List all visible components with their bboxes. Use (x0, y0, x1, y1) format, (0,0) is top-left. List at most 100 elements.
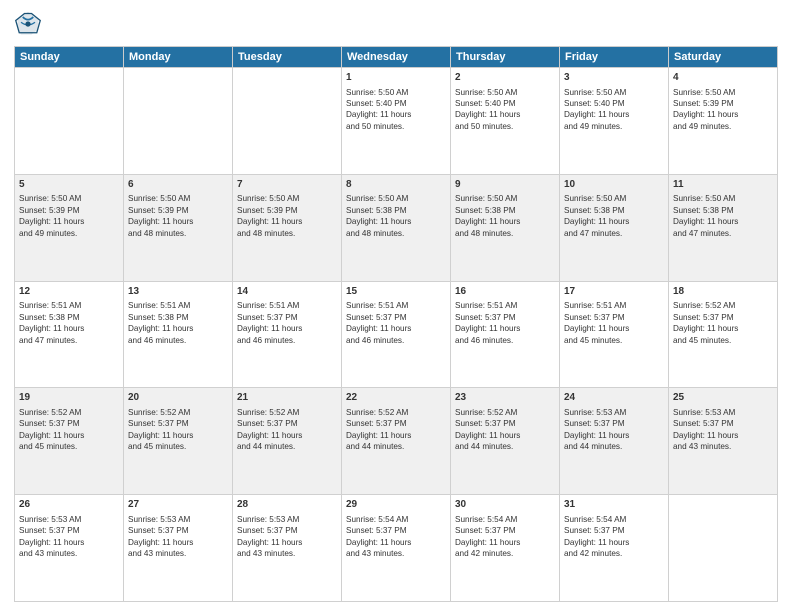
day-info: Sunrise: 5:54 AM Sunset: 5:37 PM Dayligh… (346, 515, 411, 558)
day-info: Sunrise: 5:53 AM Sunset: 5:37 PM Dayligh… (564, 408, 629, 451)
day-info: Sunrise: 5:53 AM Sunset: 5:37 PM Dayligh… (19, 515, 84, 558)
day-number: 6 (128, 178, 228, 192)
day-number: 22 (346, 391, 446, 405)
calendar-cell: 29 Sunrise: 5:54 AM Sunset: 5:37 PM Dayli… (342, 495, 451, 602)
day-number: 5 (19, 178, 119, 192)
day-info: Sunrise: 5:52 AM Sunset: 5:37 PM Dayligh… (128, 408, 193, 451)
logo (14, 10, 46, 38)
day-number: 14 (237, 285, 337, 299)
calendar-cell: 24 Sunrise: 5:53 AM Sunset: 5:37 PM Dayli… (560, 388, 669, 495)
day-info: Sunrise: 5:52 AM Sunset: 5:37 PM Dayligh… (19, 408, 84, 451)
day-number: 2 (455, 71, 555, 85)
calendar-cell: 31 Sunrise: 5:54 AM Sunset: 5:37 PM Dayli… (560, 495, 669, 602)
day-number: 21 (237, 391, 337, 405)
day-number: 20 (128, 391, 228, 405)
calendar-cell: 5 Sunrise: 5:50 AM Sunset: 5:39 PM Daylig… (15, 174, 124, 281)
calendar-cell: 1 Sunrise: 5:50 AM Sunset: 5:40 PM Daylig… (342, 68, 451, 175)
calendar-cell (669, 495, 778, 602)
calendar-cell: 22 Sunrise: 5:52 AM Sunset: 5:37 PM Dayli… (342, 388, 451, 495)
calendar-cell: 28 Sunrise: 5:53 AM Sunset: 5:37 PM Dayli… (233, 495, 342, 602)
logo-icon (14, 10, 42, 38)
day-info: Sunrise: 5:52 AM Sunset: 5:37 PM Dayligh… (455, 408, 520, 451)
calendar-cell: 16 Sunrise: 5:51 AM Sunset: 5:37 PM Dayli… (451, 281, 560, 388)
calendar-week-1: 1 Sunrise: 5:50 AM Sunset: 5:40 PM Daylig… (15, 68, 778, 175)
day-info: Sunrise: 5:50 AM Sunset: 5:39 PM Dayligh… (237, 194, 302, 237)
day-number: 30 (455, 498, 555, 512)
day-info: Sunrise: 5:51 AM Sunset: 5:38 PM Dayligh… (128, 301, 193, 344)
calendar-cell: 6 Sunrise: 5:50 AM Sunset: 5:39 PM Daylig… (124, 174, 233, 281)
day-number: 19 (19, 391, 119, 405)
calendar-header-monday: Monday (124, 47, 233, 68)
day-info: Sunrise: 5:53 AM Sunset: 5:37 PM Dayligh… (673, 408, 738, 451)
calendar-week-3: 12 Sunrise: 5:51 AM Sunset: 5:38 PM Dayli… (15, 281, 778, 388)
day-number: 18 (673, 285, 773, 299)
day-info: Sunrise: 5:50 AM Sunset: 5:38 PM Dayligh… (673, 194, 738, 237)
calendar-header-tuesday: Tuesday (233, 47, 342, 68)
calendar-cell (124, 68, 233, 175)
day-number: 8 (346, 178, 446, 192)
day-number: 28 (237, 498, 337, 512)
calendar-cell: 14 Sunrise: 5:51 AM Sunset: 5:37 PM Dayli… (233, 281, 342, 388)
calendar-cell: 9 Sunrise: 5:50 AM Sunset: 5:38 PM Daylig… (451, 174, 560, 281)
calendar-table: SundayMondayTuesdayWednesdayThursdayFrid… (14, 46, 778, 602)
calendar-header-row: SundayMondayTuesdayWednesdayThursdayFrid… (15, 47, 778, 68)
calendar-header-saturday: Saturday (669, 47, 778, 68)
day-info: Sunrise: 5:50 AM Sunset: 5:40 PM Dayligh… (455, 88, 520, 131)
day-number: 17 (564, 285, 664, 299)
day-number: 31 (564, 498, 664, 512)
calendar-cell: 13 Sunrise: 5:51 AM Sunset: 5:38 PM Dayli… (124, 281, 233, 388)
day-info: Sunrise: 5:51 AM Sunset: 5:37 PM Dayligh… (346, 301, 411, 344)
calendar-cell: 18Sunrise: 5:52 AM Sunset: 5:37 PM Dayli… (669, 281, 778, 388)
calendar-cell: 2 Sunrise: 5:50 AM Sunset: 5:40 PM Daylig… (451, 68, 560, 175)
calendar-cell: 7 Sunrise: 5:50 AM Sunset: 5:39 PM Daylig… (233, 174, 342, 281)
calendar-cell: 26 Sunrise: 5:53 AM Sunset: 5:37 PM Dayli… (15, 495, 124, 602)
calendar-header-thursday: Thursday (451, 47, 560, 68)
day-info: Sunrise: 5:50 AM Sunset: 5:40 PM Dayligh… (564, 88, 629, 131)
calendar-cell: 15 Sunrise: 5:51 AM Sunset: 5:37 PM Dayli… (342, 281, 451, 388)
day-info: Sunrise: 5:50 AM Sunset: 5:38 PM Dayligh… (564, 194, 629, 237)
calendar-cell: 23Sunrise: 5:52 AM Sunset: 5:37 PM Dayli… (451, 388, 560, 495)
calendar-cell: 30Sunrise: 5:54 AM Sunset: 5:37 PM Dayli… (451, 495, 560, 602)
day-info: Sunrise: 5:52 AM Sunset: 5:37 PM Dayligh… (346, 408, 411, 451)
calendar-cell: 3Sunrise: 5:50 AM Sunset: 5:40 PM Daylig… (560, 68, 669, 175)
calendar-cell: 27Sunrise: 5:53 AM Sunset: 5:37 PM Dayli… (124, 495, 233, 602)
calendar-cell: 12 Sunrise: 5:51 AM Sunset: 5:38 PM Dayli… (15, 281, 124, 388)
calendar-cell: 25Sunrise: 5:53 AM Sunset: 5:37 PM Dayli… (669, 388, 778, 495)
page: SundayMondayTuesdayWednesdayThursdayFrid… (0, 0, 792, 612)
day-info: Sunrise: 5:50 AM Sunset: 5:39 PM Dayligh… (19, 194, 84, 237)
calendar-cell: 10Sunrise: 5:50 AM Sunset: 5:38 PM Dayli… (560, 174, 669, 281)
day-info: Sunrise: 5:51 AM Sunset: 5:37 PM Dayligh… (564, 301, 629, 344)
day-number: 15 (346, 285, 446, 299)
day-info: Sunrise: 5:50 AM Sunset: 5:39 PM Dayligh… (128, 194, 193, 237)
calendar-cell: 4Sunrise: 5:50 AM Sunset: 5:39 PM Daylig… (669, 68, 778, 175)
day-number: 12 (19, 285, 119, 299)
day-info: Sunrise: 5:50 AM Sunset: 5:40 PM Dayligh… (346, 88, 411, 131)
day-info: Sunrise: 5:50 AM Sunset: 5:39 PM Dayligh… (673, 88, 738, 131)
calendar-cell: 8 Sunrise: 5:50 AM Sunset: 5:38 PM Daylig… (342, 174, 451, 281)
day-number: 9 (455, 178, 555, 192)
day-info: Sunrise: 5:51 AM Sunset: 5:37 PM Dayligh… (237, 301, 302, 344)
day-info: Sunrise: 5:51 AM Sunset: 5:37 PM Dayligh… (455, 301, 520, 344)
calendar-cell (15, 68, 124, 175)
day-number: 13 (128, 285, 228, 299)
calendar-cell: 21Sunrise: 5:52 AM Sunset: 5:37 PM Dayli… (233, 388, 342, 495)
calendar-header-friday: Friday (560, 47, 669, 68)
day-info: Sunrise: 5:53 AM Sunset: 5:37 PM Dayligh… (128, 515, 193, 558)
calendar-week-5: 26 Sunrise: 5:53 AM Sunset: 5:37 PM Dayli… (15, 495, 778, 602)
day-number: 1 (346, 71, 446, 85)
day-info: Sunrise: 5:50 AM Sunset: 5:38 PM Dayligh… (346, 194, 411, 237)
calendar-header-sunday: Sunday (15, 47, 124, 68)
day-number: 16 (455, 285, 555, 299)
day-number: 26 (19, 498, 119, 512)
day-number: 24 (564, 391, 664, 405)
day-number: 7 (237, 178, 337, 192)
day-number: 29 (346, 498, 446, 512)
calendar-week-2: 5 Sunrise: 5:50 AM Sunset: 5:39 PM Daylig… (15, 174, 778, 281)
day-info: Sunrise: 5:53 AM Sunset: 5:37 PM Dayligh… (237, 515, 302, 558)
calendar-cell: 11 Sunrise: 5:50 AM Sunset: 5:38 PM Dayli… (669, 174, 778, 281)
day-info: Sunrise: 5:50 AM Sunset: 5:38 PM Dayligh… (455, 194, 520, 237)
day-info: Sunrise: 5:54 AM Sunset: 5:37 PM Dayligh… (564, 515, 629, 558)
day-info: Sunrise: 5:51 AM Sunset: 5:38 PM Dayligh… (19, 301, 84, 344)
calendar-cell: 19 Sunrise: 5:52 AM Sunset: 5:37 PM Dayli… (15, 388, 124, 495)
day-number: 11 (673, 178, 773, 192)
